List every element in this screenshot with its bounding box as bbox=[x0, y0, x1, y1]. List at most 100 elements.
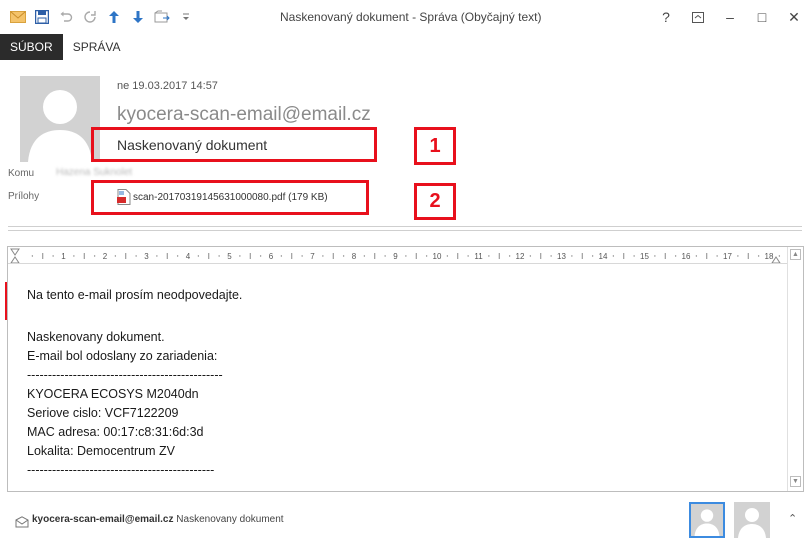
sender-address[interactable]: kyocera-scan-email@email.cz bbox=[117, 104, 371, 126]
tab-message[interactable]: SPRÁVA bbox=[63, 34, 131, 60]
customize-qat-icon[interactable] bbox=[174, 5, 198, 29]
scroll-down-icon[interactable]: ▼ bbox=[790, 476, 801, 487]
ruler-label: 11 bbox=[474, 252, 483, 261]
ruler-tick bbox=[301, 255, 303, 257]
ruler-tick bbox=[405, 255, 407, 257]
ruler-label: 17 bbox=[723, 252, 732, 261]
ruler-tick bbox=[425, 255, 428, 257]
redo-icon[interactable] bbox=[78, 5, 102, 29]
help-button[interactable]: ? bbox=[650, 0, 682, 34]
ruler-tick bbox=[156, 255, 158, 257]
ribbon-display-options-button[interactable] bbox=[682, 0, 714, 34]
save-icon[interactable] bbox=[30, 5, 54, 29]
ruler-label: 6 bbox=[269, 252, 274, 261]
ruler-tick bbox=[612, 255, 615, 257]
ruler-label: 8 bbox=[352, 252, 357, 261]
person-silhouette-icon bbox=[694, 509, 720, 536]
ruler-tick bbox=[259, 255, 262, 257]
ruler-tick bbox=[322, 255, 324, 257]
ruler-tick bbox=[363, 255, 366, 257]
ruler-tick bbox=[695, 255, 698, 257]
ruler-tick bbox=[73, 255, 75, 257]
ruler-tick bbox=[737, 255, 739, 257]
person-silhouette-icon bbox=[28, 90, 92, 162]
ruler-tick bbox=[197, 255, 200, 257]
tab-file[interactable]: SÚBOR bbox=[0, 34, 63, 60]
ruler-tick bbox=[446, 255, 449, 257]
body-line: ----------------------------------------… bbox=[27, 463, 215, 477]
header-divider bbox=[8, 226, 802, 227]
ruler-tick bbox=[384, 255, 386, 257]
horizontal-ruler: 1 2 3 4 5 6 7 8 9 10 11 12 13 14 15 16 17 18 bbox=[8, 247, 788, 264]
ruler-tick bbox=[239, 255, 241, 257]
ruler-tick bbox=[529, 255, 532, 257]
undo-icon[interactable] bbox=[54, 5, 78, 29]
people-pane: kyocera-scan-email@email.cz Naskenovany … bbox=[0, 497, 810, 545]
callout-box-subject bbox=[91, 127, 377, 162]
ruler-label: 16 bbox=[682, 252, 691, 261]
arrow-down-icon[interactable] bbox=[126, 5, 150, 29]
vertical-scrollbar[interactable]: ▲ ▼ bbox=[787, 247, 803, 491]
arrow-up-icon[interactable] bbox=[102, 5, 126, 29]
body-line: KYOCERA ECOSYS M2040dn bbox=[27, 387, 199, 401]
body-line: Lokalita: Democentrum ZV bbox=[27, 444, 175, 458]
ruler-tick bbox=[591, 255, 594, 257]
ruler-label: 2 bbox=[103, 252, 108, 261]
ruler-tick bbox=[218, 255, 220, 257]
envelope-icon bbox=[6, 5, 30, 29]
quick-access-toolbar bbox=[6, 5, 198, 29]
scroll-up-icon[interactable]: ▲ bbox=[790, 249, 801, 260]
callout-number-1: 1 bbox=[414, 127, 456, 165]
sender-avatar-small[interactable] bbox=[689, 502, 725, 538]
indent-marker-icon[interactable] bbox=[10, 248, 20, 263]
close-button[interactable]: ✕ bbox=[778, 0, 810, 34]
move-to-folder-icon[interactable] bbox=[150, 5, 174, 29]
footer-sender[interactable]: kyocera-scan-email@email.cz bbox=[32, 514, 174, 525]
ruler-label: 10 bbox=[433, 252, 442, 261]
ruler-label: 3 bbox=[144, 252, 149, 261]
ruler-label: 1 bbox=[61, 252, 66, 261]
body-line: Na tento e-mail prosím neodpovedajte. bbox=[27, 288, 243, 302]
ruler-label: 7 bbox=[310, 252, 315, 261]
ruler-tick bbox=[135, 255, 137, 257]
sender-avatar[interactable] bbox=[20, 76, 100, 162]
ruler-tick bbox=[280, 255, 283, 257]
callout-box-attachment bbox=[91, 180, 369, 215]
body-line: MAC adresa: 00:17:c8:31:6d:3d bbox=[27, 425, 204, 439]
ruler-label: 13 bbox=[557, 252, 566, 261]
body-line: E-mail bol odoslany zo zariadenia: bbox=[27, 349, 218, 363]
ruler-label: 5 bbox=[227, 252, 232, 261]
body-line: ----------------------------------------… bbox=[27, 368, 223, 382]
ruler-label: 4 bbox=[186, 252, 191, 261]
ruler-label: 9 bbox=[393, 252, 398, 261]
footer-summary: kyocera-scan-email@email.cz Naskenovany … bbox=[32, 514, 284, 525]
minimize-button[interactable]: – bbox=[714, 0, 746, 34]
footer-subject: Naskenovany dokument bbox=[176, 514, 284, 525]
ruler-label: 15 bbox=[640, 252, 649, 261]
envelope-outline-icon bbox=[15, 516, 29, 528]
window-controls: ? – □ ✕ bbox=[650, 0, 810, 34]
ribbon-tabs: SÚBOR SPRÁVA bbox=[0, 34, 810, 60]
ruler-tick bbox=[550, 255, 552, 257]
person-silhouette-icon bbox=[738, 508, 766, 538]
ruler-tick bbox=[488, 255, 490, 257]
ruler-label: 12 bbox=[516, 252, 525, 261]
recipient-avatar-small[interactable] bbox=[734, 502, 770, 538]
recipient-name[interactable]: Hazena Suknolet bbox=[56, 167, 132, 178]
maximize-button[interactable]: □ bbox=[746, 0, 778, 34]
message-date: ne 19.03.2017 14:57 bbox=[117, 80, 218, 92]
message-body-area[interactable]: 1 2 3 4 5 6 7 8 9 10 11 12 13 14 15 16 17 18 ▲ ▼ Na tento… bbox=[7, 246, 804, 492]
window-title: Naskenovaný dokument - Správa (Obyčajný … bbox=[280, 10, 542, 24]
ruler-label: 18 bbox=[765, 252, 774, 261]
collapse-people-pane-icon[interactable]: ⌃ bbox=[788, 512, 797, 525]
ruler-tick bbox=[467, 255, 469, 257]
ruler-label: 14 bbox=[599, 252, 608, 261]
body-line: Naskenovany dokument. bbox=[27, 330, 165, 344]
to-label: Komu bbox=[8, 168, 35, 179]
ruler-tick bbox=[716, 255, 718, 257]
ruler-tick bbox=[93, 255, 96, 257]
ruler-tick bbox=[176, 255, 179, 257]
ruler-tick bbox=[31, 255, 34, 257]
ruler-tick bbox=[633, 255, 635, 257]
callout-number-2: 2 bbox=[414, 183, 456, 220]
